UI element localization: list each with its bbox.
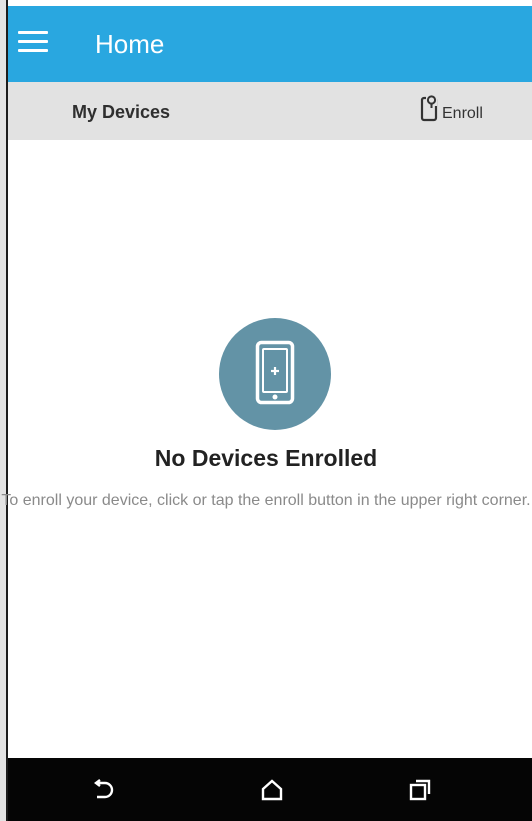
page-title: Home <box>95 29 165 59</box>
enroll-button[interactable]: Enroll <box>420 94 520 128</box>
section-title: My Devices <box>72 102 171 122</box>
enroll-device-icon <box>420 95 438 122</box>
empty-state-title: No Devices Enrolled <box>154 445 378 471</box>
back-icon[interactable] <box>90 776 118 804</box>
app-content: Home My Devices Enroll No Devices Enroll… <box>1 0 532 821</box>
app-bar: Home <box>8 6 532 82</box>
system-navigation-bar <box>8 758 532 821</box>
empty-state-icon-circle <box>219 318 331 430</box>
hamburger-menu-icon[interactable] <box>16 28 50 56</box>
section-header: My Devices Enroll <box>8 82 532 140</box>
empty-state-description: To enroll your device, click or tap the … <box>1 492 531 509</box>
enroll-label: Enroll <box>442 105 483 122</box>
app-screen: Home My Devices Enroll No Devices Enroll… <box>0 0 532 821</box>
recents-icon[interactable] <box>406 776 434 804</box>
phone-plus-icon <box>255 340 295 405</box>
home-icon[interactable] <box>258 776 286 804</box>
window-frame-left <box>0 0 8 821</box>
